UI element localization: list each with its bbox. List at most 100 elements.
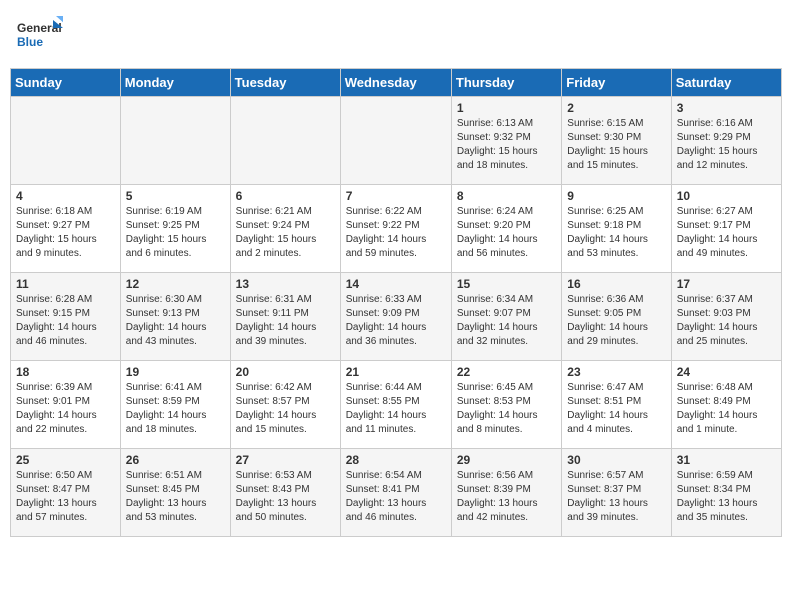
calendar-cell: 4 Sunrise: 6:18 AMSunset: 9:27 PMDaylight… (11, 185, 121, 273)
weekday-header-row: SundayMondayTuesdayWednesdayThursdayFrid… (11, 69, 782, 97)
calendar-cell (340, 97, 451, 185)
weekday-header: Friday (562, 69, 671, 97)
calendar-week-row: 11 Sunrise: 6:28 AMSunset: 9:15 PMDayligh… (11, 273, 782, 361)
day-info: Sunrise: 6:54 AMSunset: 8:41 PMDaylight:… (346, 469, 446, 525)
day-number: 19 (126, 365, 225, 379)
day-number: 20 (236, 365, 335, 379)
logo-bird-icon: General Blue (15, 10, 63, 58)
calendar-cell: 21 Sunrise: 6:44 AMSunset: 8:55 PMDayligh… (340, 361, 451, 449)
day-number: 24 (677, 365, 776, 379)
calendar-cell: 7 Sunrise: 6:22 AMSunset: 9:22 PMDaylight… (340, 185, 451, 273)
calendar-cell (230, 97, 340, 185)
day-number: 12 (126, 277, 225, 291)
day-info: Sunrise: 6:50 AMSunset: 8:47 PMDaylight:… (16, 469, 115, 525)
calendar-table: SundayMondayTuesdayWednesdayThursdayFrid… (10, 68, 782, 537)
day-info: Sunrise: 6:36 AMSunset: 9:05 PMDaylight:… (567, 293, 665, 349)
page-header: General Blue (10, 10, 782, 58)
calendar-cell: 27 Sunrise: 6:53 AMSunset: 8:43 PMDayligh… (230, 449, 340, 537)
day-number: 5 (126, 189, 225, 203)
day-number: 7 (346, 189, 446, 203)
calendar-cell: 22 Sunrise: 6:45 AMSunset: 8:53 PMDayligh… (451, 361, 561, 449)
day-number: 15 (457, 277, 556, 291)
calendar-cell: 6Sunrise: 6:21 AMSunset: 9:24 PMDaylight… (230, 185, 340, 273)
calendar-cell: 19 Sunrise: 6:41 AMSunset: 8:59 PMDayligh… (120, 361, 230, 449)
calendar-cell: 18 Sunrise: 6:39 AMSunset: 9:01 PMDayligh… (11, 361, 121, 449)
calendar-cell: 1 Sunrise: 6:13 AMSunset: 9:32 PMDaylight… (451, 97, 561, 185)
day-info: Sunrise: 6:42 AMSunset: 8:57 PMDaylight:… (236, 381, 335, 437)
day-info: Sunrise: 6:31 AMSunset: 9:11 PMDaylight:… (236, 293, 335, 349)
day-number: 26 (126, 453, 225, 467)
day-info: Sunrise: 6:45 AMSunset: 8:53 PMDaylight:… (457, 381, 556, 437)
day-number: 21 (346, 365, 446, 379)
day-number: 8 (457, 189, 556, 203)
calendar-cell: 14 Sunrise: 6:33 AMSunset: 9:09 PMDayligh… (340, 273, 451, 361)
day-info: Sunrise: 6:24 AMSunset: 9:20 PMDaylight:… (457, 205, 556, 261)
day-number: 2 (567, 101, 665, 115)
weekday-header: Thursday (451, 69, 561, 97)
calendar-cell: 13 Sunrise: 6:31 AMSunset: 9:11 PMDayligh… (230, 273, 340, 361)
day-info: Sunrise: 6:16 AMSunset: 9:29 PMDaylight:… (677, 117, 776, 173)
calendar-cell: 24 Sunrise: 6:48 AMSunset: 8:49 PMDayligh… (671, 361, 781, 449)
day-info: Sunrise: 6:13 AMSunset: 9:32 PMDaylight:… (457, 117, 556, 173)
weekday-header: Tuesday (230, 69, 340, 97)
day-info: Sunrise: 6:48 AMSunset: 8:49 PMDaylight:… (677, 381, 776, 437)
day-info: Sunrise: 6:47 AMSunset: 8:51 PMDaylight:… (567, 381, 665, 437)
day-info: Sunrise: 6:21 AMSunset: 9:24 PMDaylight:… (236, 205, 335, 261)
day-info: Sunrise: 6:41 AMSunset: 8:59 PMDaylight:… (126, 381, 225, 437)
day-number: 11 (16, 277, 115, 291)
day-info: Sunrise: 6:34 AMSunset: 9:07 PMDaylight:… (457, 293, 556, 349)
day-info: Sunrise: 6:51 AMSunset: 8:45 PMDaylight:… (126, 469, 225, 525)
day-info: Sunrise: 6:39 AMSunset: 9:01 PMDaylight:… (16, 381, 115, 437)
day-number: 27 (236, 453, 335, 467)
weekday-header: Saturday (671, 69, 781, 97)
day-number: 1 (457, 101, 556, 115)
weekday-header: Wednesday (340, 69, 451, 97)
day-info: Sunrise: 6:59 AMSunset: 8:34 PMDaylight:… (677, 469, 776, 525)
day-number: 18 (16, 365, 115, 379)
day-info: Sunrise: 6:18 AMSunset: 9:27 PMDaylight:… (16, 205, 115, 261)
day-info: Sunrise: 6:57 AMSunset: 8:37 PMDaylight:… (567, 469, 665, 525)
day-number: 28 (346, 453, 446, 467)
calendar-cell: 2 Sunrise: 6:15 AMSunset: 9:30 PMDaylight… (562, 97, 671, 185)
calendar-cell: 10Sunrise: 6:27 AMSunset: 9:17 PMDayligh… (671, 185, 781, 273)
calendar-cell: 12 Sunrise: 6:30 AMSunset: 9:13 PMDayligh… (120, 273, 230, 361)
calendar-cell: 30 Sunrise: 6:57 AMSunset: 8:37 PMDayligh… (562, 449, 671, 537)
calendar-cell: 25 Sunrise: 6:50 AMSunset: 8:47 PMDayligh… (11, 449, 121, 537)
day-number: 17 (677, 277, 776, 291)
day-info: Sunrise: 6:28 AMSunset: 9:15 PMDaylight:… (16, 293, 115, 349)
day-number: 25 (16, 453, 115, 467)
day-number: 13 (236, 277, 335, 291)
calendar-cell: 9 Sunrise: 6:25 AMSunset: 9:18 PMDaylight… (562, 185, 671, 273)
calendar-cell (11, 97, 121, 185)
day-info: Sunrise: 6:53 AMSunset: 8:43 PMDaylight:… (236, 469, 335, 525)
day-number: 29 (457, 453, 556, 467)
day-info: Sunrise: 6:15 AMSunset: 9:30 PMDaylight:… (567, 117, 665, 173)
calendar-week-row: 4 Sunrise: 6:18 AMSunset: 9:27 PMDaylight… (11, 185, 782, 273)
day-number: 23 (567, 365, 665, 379)
day-info: Sunrise: 6:56 AMSunset: 8:39 PMDaylight:… (457, 469, 556, 525)
calendar-cell (120, 97, 230, 185)
day-number: 3 (677, 101, 776, 115)
svg-text:Blue: Blue (17, 35, 43, 49)
calendar-week-row: 1 Sunrise: 6:13 AMSunset: 9:32 PMDaylight… (11, 97, 782, 185)
day-info: Sunrise: 6:22 AMSunset: 9:22 PMDaylight:… (346, 205, 446, 261)
day-number: 9 (567, 189, 665, 203)
day-number: 22 (457, 365, 556, 379)
calendar-cell: 11 Sunrise: 6:28 AMSunset: 9:15 PMDayligh… (11, 273, 121, 361)
calendar-cell: 15 Sunrise: 6:34 AMSunset: 9:07 PMDayligh… (451, 273, 561, 361)
calendar-cell: 29 Sunrise: 6:56 AMSunset: 8:39 PMDayligh… (451, 449, 561, 537)
day-number: 14 (346, 277, 446, 291)
calendar-cell: 17Sunrise: 6:37 AMSunset: 9:03 PMDayligh… (671, 273, 781, 361)
day-number: 10 (677, 189, 776, 203)
day-info: Sunrise: 6:25 AMSunset: 9:18 PMDaylight:… (567, 205, 665, 261)
weekday-header: Sunday (11, 69, 121, 97)
day-number: 30 (567, 453, 665, 467)
day-info: Sunrise: 6:33 AMSunset: 9:09 PMDaylight:… (346, 293, 446, 349)
calendar-cell: 3 Sunrise: 6:16 AMSunset: 9:29 PMDaylight… (671, 97, 781, 185)
day-number: 4 (16, 189, 115, 203)
calendar-cell: 31Sunrise: 6:59 AMSunset: 8:34 PMDayligh… (671, 449, 781, 537)
calendar-week-row: 25 Sunrise: 6:50 AMSunset: 8:47 PMDayligh… (11, 449, 782, 537)
day-info: Sunrise: 6:30 AMSunset: 9:13 PMDaylight:… (126, 293, 225, 349)
day-info: Sunrise: 6:44 AMSunset: 8:55 PMDaylight:… (346, 381, 446, 437)
day-number: 16 (567, 277, 665, 291)
